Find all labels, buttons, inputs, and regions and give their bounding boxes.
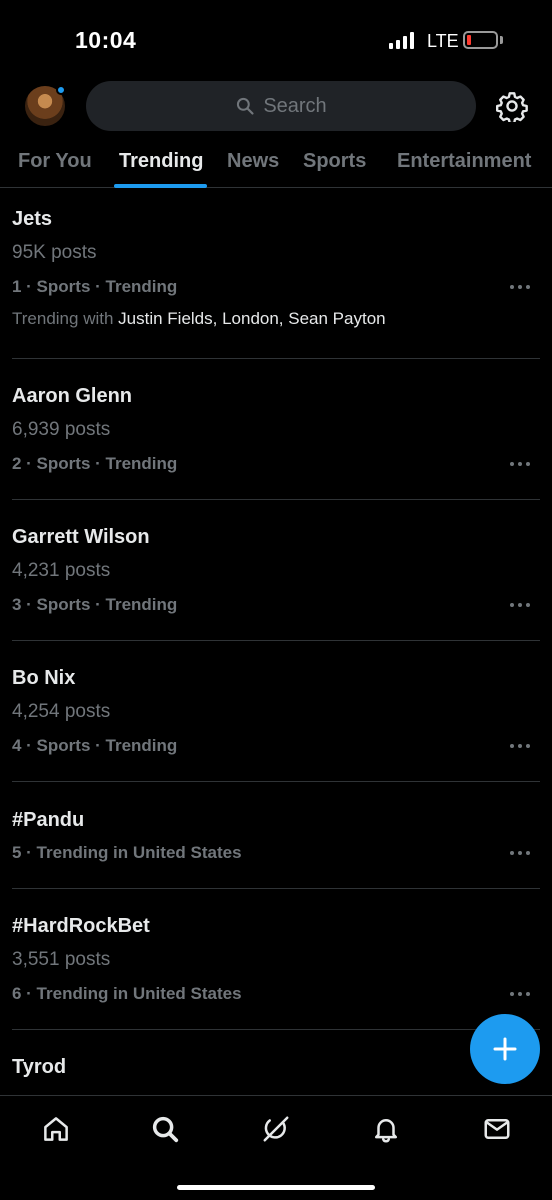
trend-meta: 6 · Trending in United States: [12, 984, 242, 1003]
search-icon: [237, 97, 254, 115]
bell-icon[interactable]: [371, 1114, 401, 1144]
status-time: 10:04: [75, 27, 137, 53]
list-item[interactable]: #HardRockBet 3,551 posts 6 · Trending in…: [0, 889, 552, 1029]
trend-meta: 1 · Sports · Trending: [12, 277, 178, 296]
battery-icon: [463, 31, 498, 49]
trend-title: Tyrod: [12, 1056, 67, 1078]
status-bar: 10:04 LTE: [0, 0, 552, 80]
list-item[interactable]: Bo Nix 4,254 posts 4 · Sports · Trending: [0, 641, 552, 781]
trend-meta: 2 · Sports · Trending: [12, 454, 178, 473]
trend-meta: 5 · Trending in United States: [12, 843, 242, 862]
trend-posts: 4,254 posts: [12, 701, 111, 722]
list-item[interactable]: Aaron Glenn 6,939 posts 2 · Sports · Tre…: [0, 359, 552, 499]
trend-title: #HardRockBet: [12, 915, 150, 937]
trending-with-label: Trending with: [12, 309, 114, 328]
network-label: LTE: [427, 31, 459, 51]
mail-icon[interactable]: [482, 1114, 512, 1144]
more-icon[interactable]: [509, 284, 531, 290]
trend-posts: 95K posts: [12, 242, 97, 263]
home-indicator[interactable]: [177, 1185, 375, 1190]
gear-icon[interactable]: [496, 90, 528, 122]
more-icon[interactable]: [509, 602, 531, 608]
trending-with: Trending with Justin Fields, London, Sea…: [12, 309, 386, 329]
list-item[interactable]: #Pandu 5 · Trending in United States: [0, 782, 552, 888]
more-icon[interactable]: [509, 991, 531, 997]
home-icon[interactable]: [41, 1114, 71, 1144]
trend-meta: 4 · Sports · Trending: [12, 736, 178, 755]
plus-icon: [493, 1037, 517, 1061]
tab-sports[interactable]: Sports: [303, 150, 366, 173]
tab-news[interactable]: News: [227, 150, 279, 173]
list-item[interactable]: Garrett Wilson 4,231 posts 3 · Sports · …: [0, 500, 552, 640]
list-item[interactable]: Jets 95K posts 1 · Sports · Trending Tre…: [0, 188, 552, 358]
trending-with-names[interactable]: Justin Fields, London, Sean Payton: [118, 309, 385, 328]
trend-title: #Pandu: [12, 809, 85, 831]
grok-icon[interactable]: [261, 1114, 291, 1144]
trend-posts: 6,939 posts: [12, 419, 111, 440]
trend-title: Aaron Glenn: [12, 385, 133, 407]
search-placeholder: Search: [263, 94, 327, 117]
tab-entertainment[interactable]: Entertainment: [397, 150, 531, 173]
search-input[interactable]: Search: [86, 81, 476, 131]
battery-cap: [500, 36, 503, 44]
tab-for-you[interactable]: For You: [18, 150, 92, 173]
search-icon[interactable]: [150, 1114, 180, 1144]
trend-title: Jets: [12, 208, 53, 230]
trend-title: Bo Nix: [12, 667, 76, 689]
notification-dot: [56, 85, 66, 95]
more-icon[interactable]: [509, 743, 531, 749]
tab-trending[interactable]: Trending: [119, 150, 203, 173]
tab-bar: For You Trending News Sports Entertainme…: [0, 140, 552, 188]
more-icon[interactable]: [509, 461, 531, 467]
trend-posts: 4,231 posts: [12, 560, 111, 581]
compose-button[interactable]: [470, 1014, 540, 1084]
signal-icon: [389, 31, 414, 49]
more-icon[interactable]: [509, 850, 531, 856]
list-item[interactable]: Tyrod: [0, 1030, 552, 1095]
trend-title: Garrett Wilson: [12, 526, 150, 548]
trend-posts: 3,551 posts: [12, 949, 111, 970]
trend-meta: 3 · Sports · Trending: [12, 595, 178, 614]
